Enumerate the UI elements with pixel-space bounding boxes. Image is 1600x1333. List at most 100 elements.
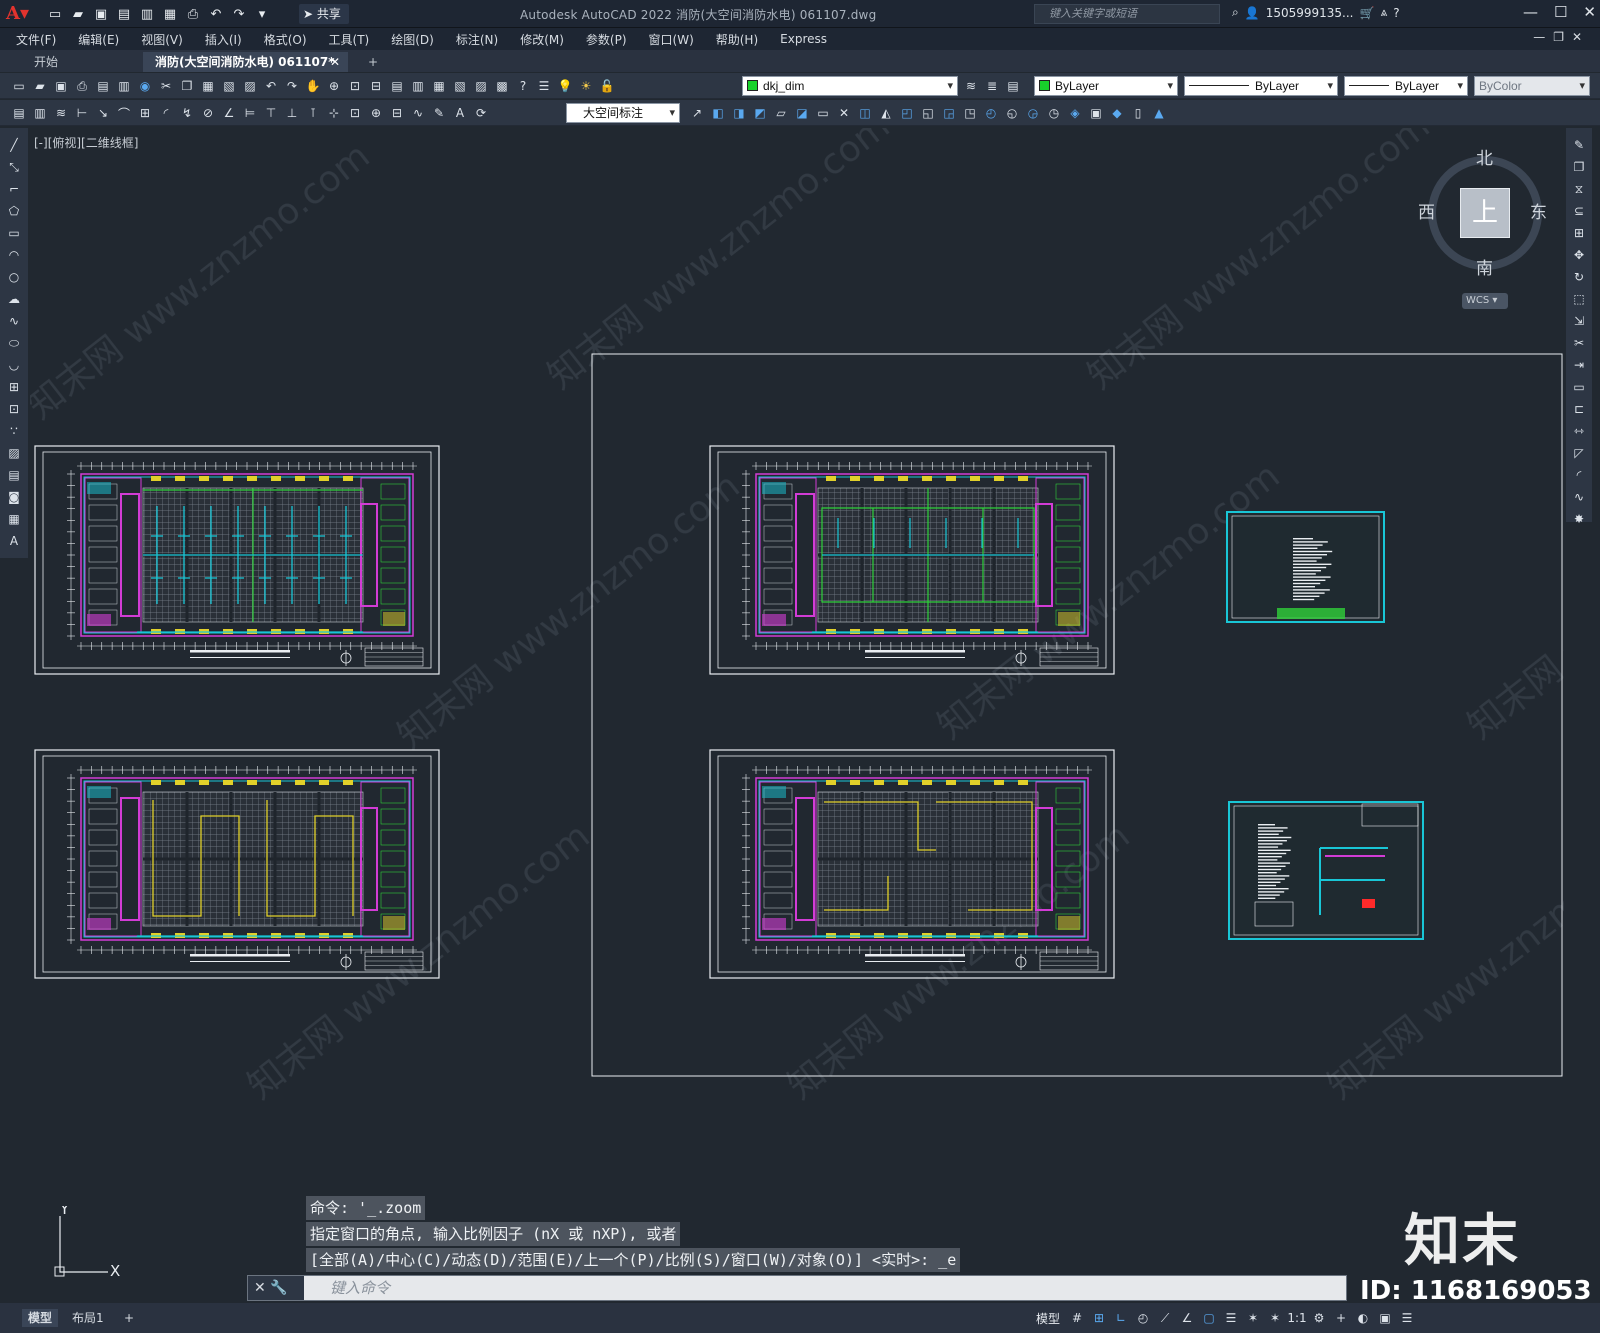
- layer-on-icon[interactable]: 💡: [556, 77, 574, 95]
- insert-block-icon[interactable]: ⊞: [5, 378, 23, 396]
- customize-qat-icon[interactable]: ▾: [253, 5, 271, 23]
- spline-icon[interactable]: ∿: [5, 312, 23, 330]
- pan-icon[interactable]: ✋: [304, 77, 322, 95]
- ordinate-dim-icon[interactable]: ⊞: [136, 104, 154, 122]
- erase-icon[interactable]: ✎: [1570, 136, 1588, 154]
- add-layout-button[interactable]: +: [118, 1309, 140, 1327]
- compass-south[interactable]: 南: [1476, 254, 1493, 279]
- jogged-dim-icon[interactable]: ↯: [178, 104, 196, 122]
- snap-icon[interactable]: ⊞: [1090, 1309, 1108, 1327]
- color-face-icon[interactable]: ◱: [919, 104, 937, 122]
- layer-freeze-icon[interactable]: ☀: [577, 77, 595, 95]
- make-block-icon[interactable]: ⊡: [5, 400, 23, 418]
- center-mark-icon[interactable]: ⊕: [367, 104, 385, 122]
- zoom-window-icon[interactable]: ⊡: [346, 77, 364, 95]
- dimstyle-dropdown[interactable]: 大空间标注: [566, 103, 680, 123]
- polar-icon[interactable]: ◴: [1134, 1309, 1152, 1327]
- move-face-icon[interactable]: ◪: [793, 104, 811, 122]
- arc-length-icon[interactable]: ⌒: [115, 104, 133, 122]
- wcs-menu[interactable]: WCS ▾: [1462, 293, 1508, 309]
- ortho-icon[interactable]: ∟: [1112, 1309, 1130, 1327]
- make-current-layer-icon[interactable]: ≋: [962, 77, 980, 95]
- annotation-visibility-icon[interactable]: ✶: [1244, 1309, 1262, 1327]
- tab-start[interactable]: 开始: [22, 52, 142, 72]
- extend-icon[interactable]: ⇥: [1570, 356, 1588, 374]
- new-icon[interactable]: ▭: [10, 77, 28, 95]
- undo-icon[interactable]: ↶: [207, 5, 225, 23]
- search-icon[interactable]: ⌕: [1232, 5, 1239, 20]
- minimize-icon[interactable]: —: [1523, 3, 1538, 21]
- zoom-previous-icon[interactable]: ⊟: [367, 77, 385, 95]
- object-snap-icon[interactable]: ▢: [1200, 1309, 1218, 1327]
- redo-icon[interactable]: ↷: [230, 5, 248, 23]
- color-edge-icon[interactable]: ◳: [961, 104, 979, 122]
- save-as-icon[interactable]: ▤: [115, 5, 133, 23]
- scale-icon[interactable]: ⬚: [1570, 290, 1588, 308]
- join-icon[interactable]: ⇿: [1570, 422, 1588, 440]
- compass-west[interactable]: 西: [1418, 198, 1435, 223]
- menu-format[interactable]: 格式(O): [264, 31, 307, 48]
- command-input[interactable]: 键入命令: [308, 1276, 390, 1300]
- menu-file[interactable]: 文件(F): [16, 31, 56, 48]
- gradient-icon[interactable]: ▤: [5, 466, 23, 484]
- menu-help[interactable]: 帮助(H): [716, 31, 758, 48]
- maximize-icon[interactable]: ☐: [1554, 3, 1567, 21]
- model-space-drawing[interactable]: 知末网 www.znzmo.com 知末网 www.znzmo.com 知末网 …: [30, 128, 1564, 1268]
- cylinder-icon[interactable]: ▯: [1129, 104, 1147, 122]
- dim-text-edit-icon[interactable]: A: [451, 104, 469, 122]
- floor-plan-sheet[interactable]: [34, 749, 440, 979]
- baseline-dim-icon[interactable]: ⊤: [262, 104, 280, 122]
- jogged-linear-icon[interactable]: ∿: [409, 104, 427, 122]
- user-icon[interactable]: 👤: [1245, 6, 1260, 20]
- taper-face-icon[interactable]: ◭: [877, 104, 895, 122]
- menu-tools[interactable]: 工具(T): [329, 31, 370, 48]
- aligned-dim-icon[interactable]: ↘: [94, 104, 112, 122]
- offset-face-icon[interactable]: ▭: [814, 104, 832, 122]
- region-icon[interactable]: ◙: [5, 488, 23, 506]
- continue-dim-icon[interactable]: ⊥: [283, 104, 301, 122]
- lineweight-icon[interactable]: ☰: [1222, 1309, 1240, 1327]
- plot-preview-icon[interactable]: ▤: [94, 77, 112, 95]
- menu-express[interactable]: Express: [780, 32, 827, 46]
- hatch-icon[interactable]: ▨: [5, 444, 23, 462]
- cone-icon[interactable]: ▲: [1150, 104, 1168, 122]
- undo-icon[interactable]: ↶: [262, 77, 280, 95]
- viewcube[interactable]: 上 北 南 东 西 WCS ▾: [1418, 149, 1550, 320]
- annotation-scale[interactable]: 1:1: [1287, 1309, 1306, 1327]
- wedge-icon[interactable]: ◆: [1108, 104, 1126, 122]
- isodraft-icon[interactable]: ⟋: [1156, 1309, 1174, 1327]
- point-icon[interactable]: ∵: [5, 422, 23, 440]
- copy-face-icon[interactable]: ◰: [898, 104, 916, 122]
- save-web-icon[interactable]: ▦: [161, 5, 179, 23]
- open-file-icon[interactable]: ▰: [69, 5, 87, 23]
- drawing-viewport[interactable]: 知末网 www.znzmo.com 知末网 www.znzmo.com 知末网 …: [30, 128, 1564, 1268]
- publish-3d-icon[interactable]: ◉: [136, 77, 154, 95]
- construction-line-icon[interactable]: ⤡: [5, 158, 23, 176]
- tool-palettes-icon[interactable]: ▦: [430, 77, 448, 95]
- new-tab-button[interactable]: +: [356, 52, 380, 72]
- radius-dim-icon[interactable]: ◜: [157, 104, 175, 122]
- menu-draw[interactable]: 绘图(D): [391, 31, 434, 48]
- new-file-icon[interactable]: ▭: [46, 5, 64, 23]
- dimstyle-manager-icon[interactable]: ↗: [688, 104, 706, 122]
- inspect-icon[interactable]: ⊟: [388, 104, 406, 122]
- rotate-icon[interactable]: ↻: [1570, 268, 1588, 286]
- explode-icon[interactable]: ✸: [1570, 510, 1588, 528]
- chamfer-icon[interactable]: ◸: [1570, 444, 1588, 462]
- dim-update-icon[interactable]: ⟳: [472, 104, 490, 122]
- viewcube-top-face[interactable]: 上: [1460, 188, 1510, 238]
- delete-face-icon[interactable]: ✕: [835, 104, 853, 122]
- quick-dim-icon[interactable]: ⊨: [241, 104, 259, 122]
- clean-screen-icon[interactable]: ▣: [1376, 1309, 1394, 1327]
- match-properties-icon[interactable]: ▧: [220, 77, 238, 95]
- command-line[interactable]: ✕ 🔧 键入命令: [247, 1275, 1347, 1301]
- close-tab-icon[interactable]: ✕: [330, 52, 340, 72]
- zoom-realtime-icon[interactable]: ⊕: [325, 77, 343, 95]
- layout-boundary[interactable]: [591, 353, 1563, 1077]
- ellipse-arc-icon[interactable]: ◡: [5, 356, 23, 374]
- tolerance-icon[interactable]: ⊡: [346, 104, 364, 122]
- color-dropdown[interactable]: ByLayer: [1034, 76, 1178, 96]
- plotstyle-dropdown[interactable]: ByColor: [1474, 76, 1590, 96]
- help-icon[interactable]: ?: [514, 77, 532, 95]
- blend-curves-icon[interactable]: ∿: [1570, 488, 1588, 506]
